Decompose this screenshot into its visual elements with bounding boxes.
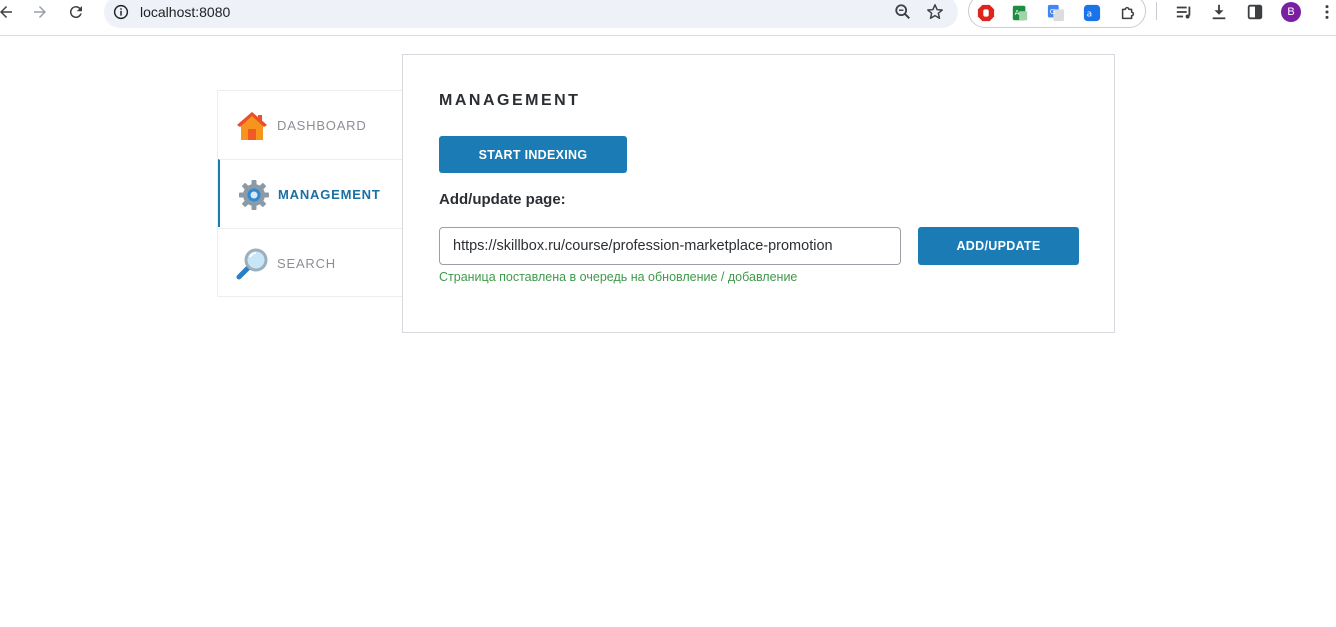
svg-text:A: A <box>1015 8 1020 17</box>
download-icon[interactable] <box>1207 0 1231 24</box>
toolbar-divider <box>1156 2 1157 20</box>
reading-list-icon[interactable] <box>1172 0 1196 24</box>
back-icon[interactable] <box>0 0 18 24</box>
management-panel: MANAGEMENT START INDEXING Add/update pag… <box>402 54 1115 333</box>
kebab-menu-icon[interactable] <box>1315 0 1336 24</box>
extensions-group: A G a <box>968 0 1146 28</box>
house-icon <box>235 109 269 143</box>
side-panel-icon[interactable] <box>1243 0 1267 24</box>
status-message: Страница поставлена в очередь на обновле… <box>439 270 798 284</box>
bookmark-star-icon[interactable] <box>924 1 946 23</box>
sidebar-item-dashboard[interactable]: DASHBOARD <box>218 91 403 159</box>
google-translate-extension-icon[interactable]: G <box>1047 4 1065 22</box>
start-indexing-button[interactable]: START INDEXING <box>439 136 627 173</box>
forward-icon[interactable] <box>28 0 52 24</box>
site-info-icon[interactable] <box>112 3 130 21</box>
browser-toolbar: localhost:8080 A G a B <box>0 0 1336 36</box>
puzzle-extensions-icon[interactable] <box>1119 4 1137 22</box>
page-title: MANAGEMENT <box>439 92 581 109</box>
address-bar[interactable]: localhost:8080 <box>104 0 958 28</box>
adblock-extension-icon[interactable] <box>977 4 995 22</box>
sidebar-nav: DASHBOARD MANAGEMENT SEARCH <box>217 90 403 297</box>
add-page-label: Add/update page: <box>439 191 566 208</box>
translator-extension-icon[interactable]: a <box>1083 4 1101 22</box>
sidebar-item-label: SEARCH <box>277 256 336 271</box>
magnifier-icon <box>235 247 269 281</box>
url-text: localhost:8080 <box>140 4 231 20</box>
sidebar-item-search[interactable]: SEARCH <box>218 228 403 296</box>
sidebar-item-label: DASHBOARD <box>277 118 367 133</box>
svg-text:G: G <box>1050 7 1056 16</box>
gear-icon <box>237 178 271 212</box>
profile-avatar[interactable]: B <box>1281 2 1301 22</box>
sidebar-item-label: MANAGEMENT <box>278 187 381 202</box>
reload-icon[interactable] <box>64 0 88 24</box>
sheets-translate-extension-icon[interactable]: A <box>1011 4 1029 22</box>
add-update-button[interactable]: ADD/UPDATE <box>918 227 1079 265</box>
sidebar-item-management[interactable]: MANAGEMENT <box>218 159 403 227</box>
page-url-input[interactable] <box>439 227 901 265</box>
zoom-icon[interactable] <box>892 1 914 23</box>
svg-text:a: a <box>1087 10 1093 20</box>
